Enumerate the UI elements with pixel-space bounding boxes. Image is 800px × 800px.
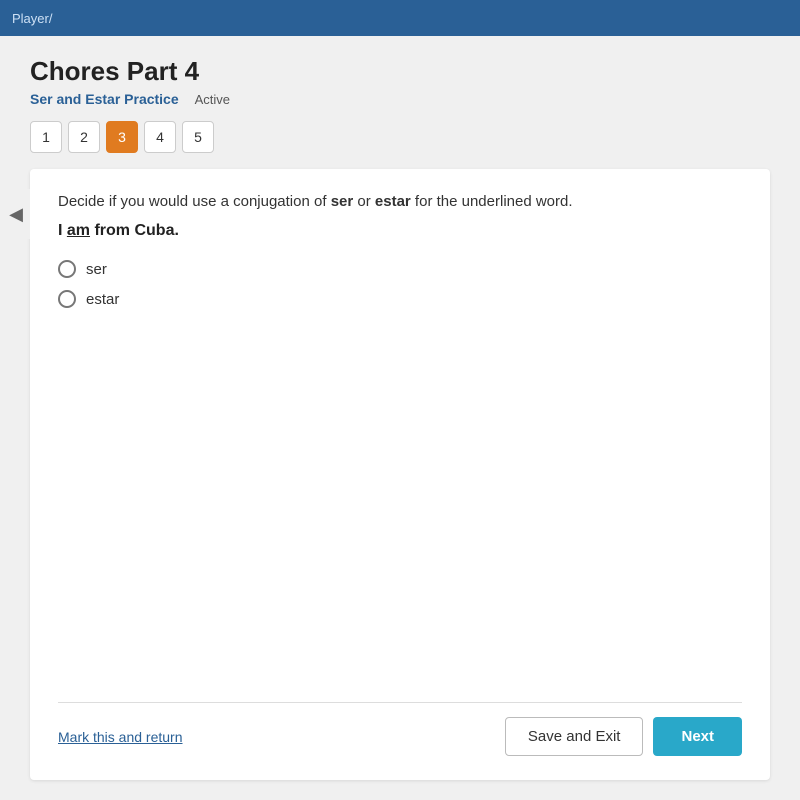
content-card: ◀ Decide if you would use a conjugation … (30, 169, 770, 780)
radio-ser[interactable] (58, 260, 76, 278)
option-ser-label: ser (86, 261, 107, 278)
page-btn-2[interactable]: 2 (68, 121, 100, 153)
page-btn-3[interactable]: 3 (106, 121, 138, 153)
left-tab: ◀ (2, 189, 30, 239)
underlined-word: am (67, 222, 90, 239)
pagination-row: 1 2 3 4 5 (30, 121, 770, 153)
question-sentence: I am from Cuba. (58, 222, 742, 240)
subtitle-row: Ser and Estar Practice Active (30, 91, 770, 107)
options-list: ser estar (58, 260, 742, 308)
top-bar-text: Player/ (12, 11, 52, 26)
page-btn-4[interactable]: 4 (144, 121, 176, 153)
radio-estar[interactable] (58, 290, 76, 308)
instruction-bold-ser: ser (331, 193, 354, 210)
active-badge: Active (195, 92, 230, 107)
mark-return-link[interactable]: Mark this and return (58, 729, 183, 745)
app-wrapper: Player/ Chores Part 4 Ser and Estar Prac… (0, 0, 800, 800)
next-button[interactable]: Next (653, 717, 742, 756)
instruction-bold-estar: estar (375, 193, 411, 210)
page-btn-1[interactable]: 1 (30, 121, 62, 153)
question-instruction: Decide if you would use a conjugation of… (58, 193, 742, 210)
option-ser[interactable]: ser (58, 260, 742, 278)
option-estar[interactable]: estar (58, 290, 742, 308)
bottom-buttons: Save and Exit Next (505, 717, 742, 756)
nav-icon: ◀ (9, 204, 23, 225)
bottom-bar: Mark this and return Save and Exit Next (58, 702, 742, 756)
subtitle-link[interactable]: Ser and Estar Practice (30, 91, 179, 107)
save-exit-button[interactable]: Save and Exit (505, 717, 644, 756)
top-bar: Player/ (0, 0, 800, 36)
main-container: Chores Part 4 Ser and Estar Practice Act… (0, 36, 800, 800)
page-title: Chores Part 4 (30, 56, 770, 87)
option-estar-label: estar (86, 291, 119, 308)
page-btn-5[interactable]: 5 (182, 121, 214, 153)
